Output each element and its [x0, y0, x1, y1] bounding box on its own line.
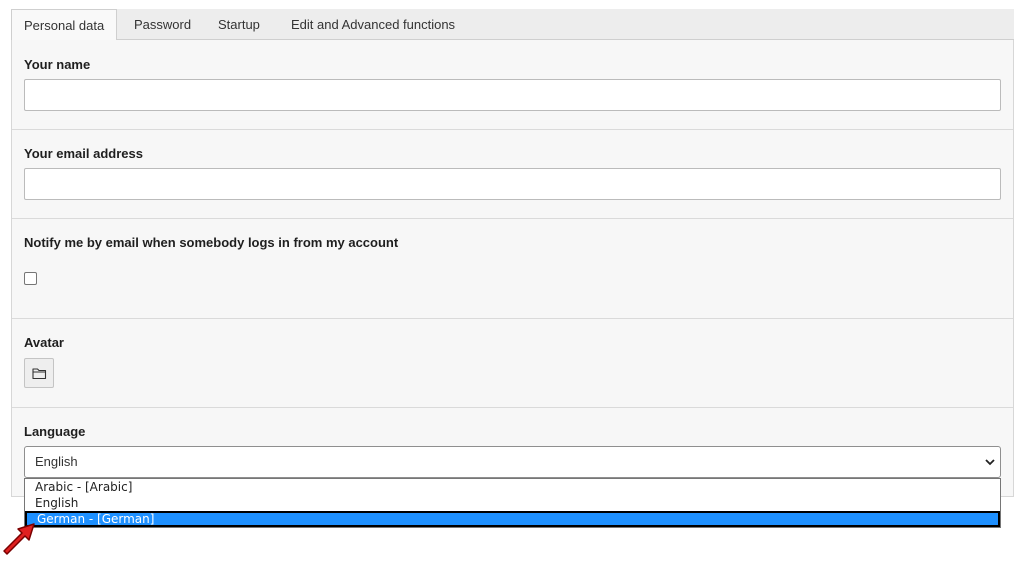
language-option-arabic[interactable]: Arabic - [Arabic] — [25, 479, 1000, 495]
tab-startup[interactable]: Startup — [218, 9, 260, 40]
pointer-arrow-icon — [3, 523, 35, 555]
language-select[interactable]: English — [24, 446, 1001, 478]
notify-section: Notify me by email when somebody logs in… — [12, 219, 1013, 319]
avatar-label: Avatar — [24, 335, 64, 350]
tab-password[interactable]: Password — [134, 9, 191, 40]
avatar-section: Avatar — [12, 319, 1013, 408]
language-label: Language — [24, 424, 86, 439]
email-label: Your email address — [24, 146, 143, 161]
language-option-english[interactable]: English — [25, 495, 1000, 511]
tab-bar: Personal data Password Startup Edit and … — [11, 9, 1014, 41]
chevron-down-icon — [985, 459, 995, 466]
tab-edit-advanced[interactable]: Edit and Advanced functions — [291, 9, 455, 40]
email-input[interactable] — [24, 168, 1001, 200]
name-section: Your name — [12, 40, 1013, 130]
folder-icon — [32, 368, 47, 380]
email-section: Your email address — [12, 130, 1013, 219]
tab-personal-data[interactable]: Personal data — [11, 9, 118, 41]
notify-checkbox[interactable] — [24, 272, 37, 285]
language-dropdown-list: Arabic - [Arabic] English German - [Germ… — [24, 478, 1001, 528]
settings-panel: Your name Your email address Notify me b… — [11, 40, 1014, 497]
name-input[interactable] — [24, 79, 1001, 111]
notify-label: Notify me by email when somebody logs in… — [24, 235, 399, 250]
name-label: Your name — [24, 57, 91, 72]
language-selected-value: English — [35, 454, 78, 469]
avatar-browse-button[interactable] — [24, 358, 54, 388]
language-option-german[interactable]: German - [German] — [25, 511, 1000, 527]
